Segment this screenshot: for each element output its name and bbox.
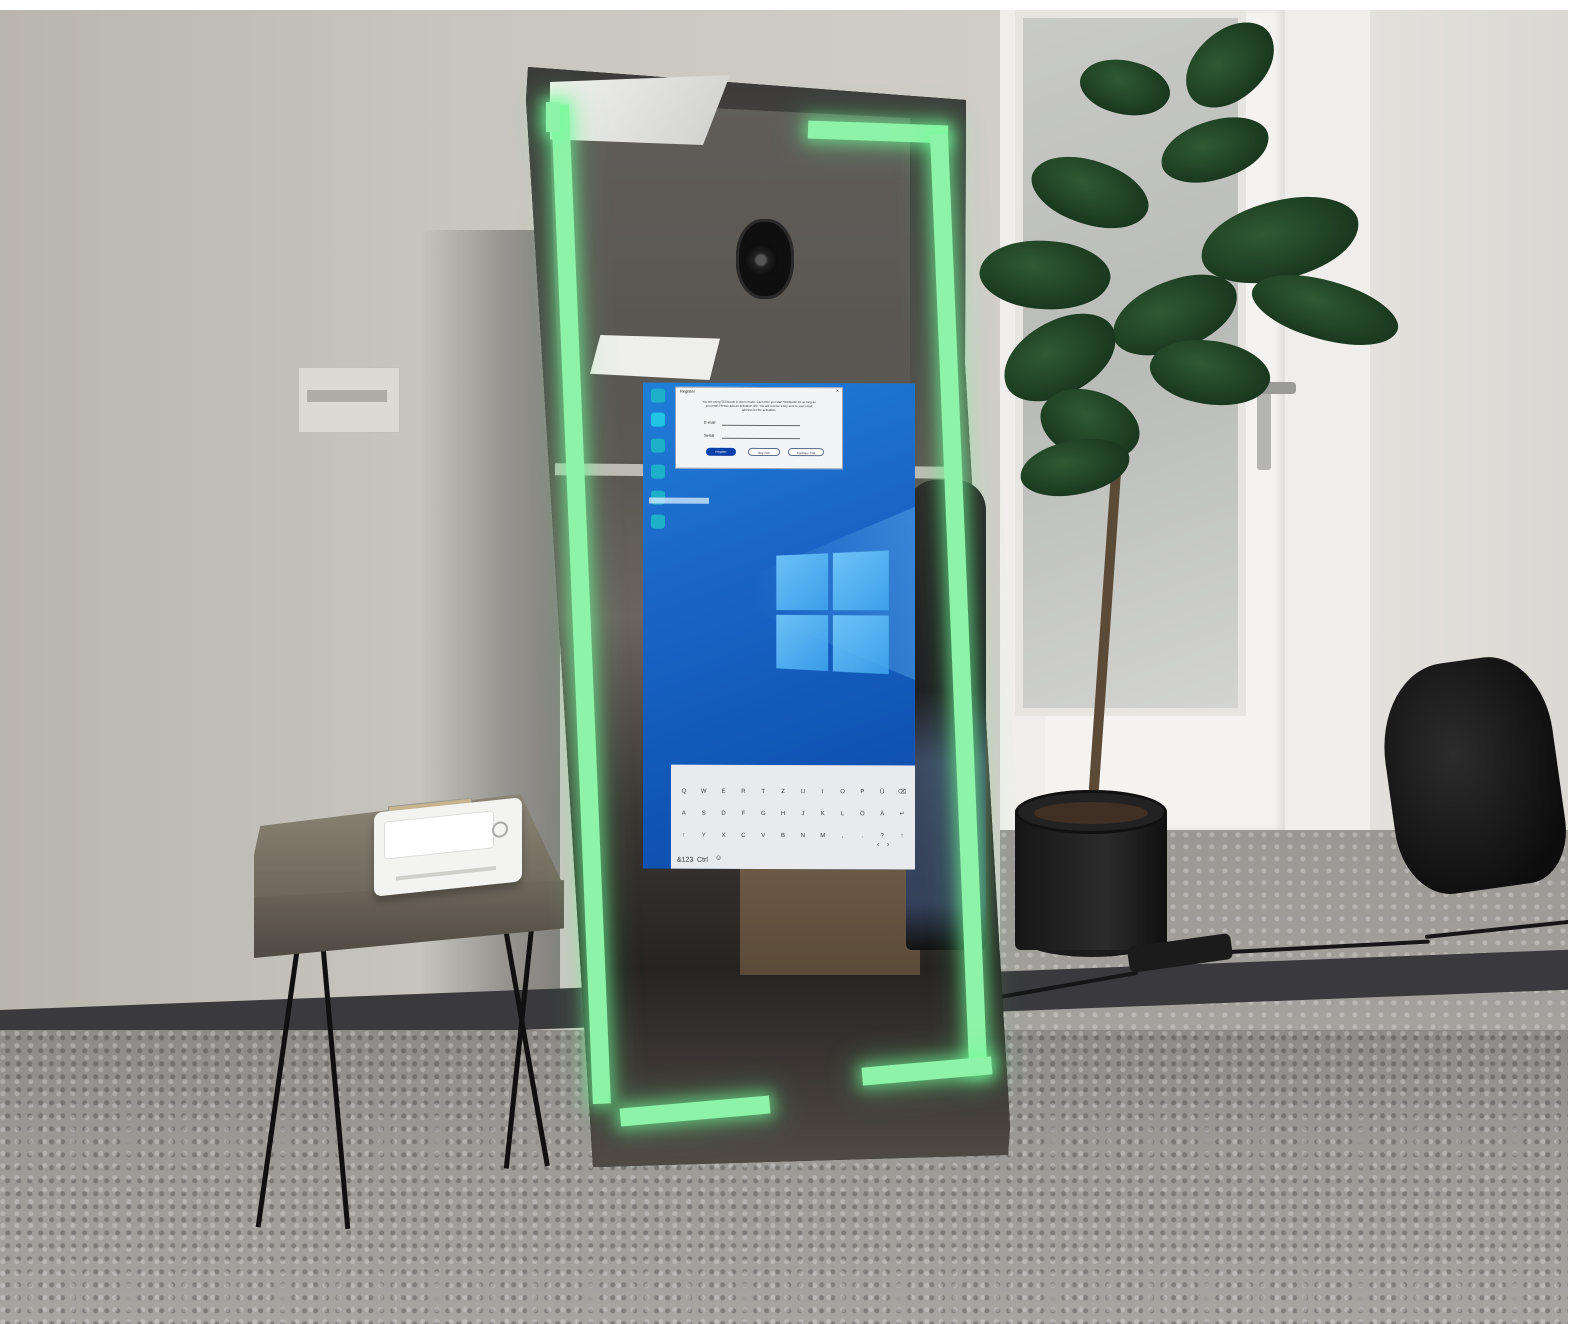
serial-field[interactable]	[722, 437, 800, 440]
email-field[interactable]	[722, 424, 800, 427]
dialog-message: You are using SEEBooth in demo mode. Eac…	[702, 399, 816, 412]
key[interactable]: .	[853, 829, 871, 843]
serial-label: Serial	[704, 432, 715, 438]
shift-key[interactable]: ↑	[893, 829, 911, 843]
arrow-left-key[interactable]: ‹	[877, 841, 879, 848]
key[interactable]: V	[754, 829, 772, 843]
key[interactable]: E	[715, 785, 733, 799]
desktop-app-icon[interactable]	[651, 388, 665, 403]
key[interactable]: Y	[695, 829, 713, 843]
boxes-reflection	[740, 865, 920, 975]
enter-key[interactable]: ↵	[893, 807, 911, 821]
keyboard-row-2: A S D F G H J K L Ö Ä ↵	[671, 807, 915, 822]
buy-now-button[interactable]: Buy now	[748, 447, 780, 457]
key[interactable]: K	[814, 807, 832, 821]
key[interactable]: U	[794, 785, 812, 799]
printer-power-button[interactable]	[492, 820, 508, 839]
arrow-right-key[interactable]: ›	[887, 841, 889, 848]
ceiling-light-reflection	[550, 75, 730, 145]
register-button[interactable]: Register	[706, 447, 736, 456]
ceiling-light-reflection	[590, 335, 720, 380]
key[interactable]: N	[794, 829, 812, 843]
register-dialog: Register × You are using SEEBooth in dem…	[675, 386, 843, 470]
plant-soil	[1034, 802, 1148, 824]
continue-trial-button[interactable]: Continue Trial	[788, 448, 824, 457]
key[interactable]: L	[834, 807, 852, 821]
printer-output-slot	[396, 865, 496, 881]
key[interactable]: F	[734, 807, 752, 821]
key[interactable]: T	[754, 785, 772, 799]
key[interactable]: G	[754, 807, 772, 821]
key[interactable]: D	[715, 807, 733, 821]
desktop-selection	[649, 497, 709, 504]
desktop-app-icon[interactable]	[651, 438, 665, 453]
key[interactable]: H	[774, 807, 792, 821]
key[interactable]: X	[715, 829, 733, 843]
key[interactable]: W	[695, 785, 713, 799]
key[interactable]: B	[774, 829, 792, 843]
key[interactable]: I	[814, 785, 832, 799]
symbols-key[interactable]: &123	[677, 857, 693, 864]
desktop-app-icon[interactable]	[651, 464, 665, 479]
key[interactable]: Ö	[853, 807, 871, 821]
ctrl-key[interactable]: Ctrl	[697, 857, 708, 864]
photo-scene: Register × You are using SEEBooth in dem…	[0, 10, 1568, 1324]
key[interactable]: Ü	[873, 785, 891, 799]
touch-keyboard: Q W E R T Z U I O P Ü ⌫ A S D F G H J K …	[671, 764, 915, 870]
key[interactable]: O	[834, 785, 852, 799]
emoji-icon[interactable]: ☺	[715, 855, 722, 862]
neon-frame-top-left	[546, 102, 560, 132]
backspace-key[interactable]: ⌫	[893, 785, 911, 799]
dialog-title: Register	[680, 388, 695, 394]
keyboard-row-1: Q W E R T Z U I O P Ü ⌫	[671, 785, 915, 800]
key[interactable]: J	[794, 807, 812, 821]
key[interactable]: Q	[675, 785, 693, 799]
booth-touchscreen[interactable]: Register × You are using SEEBooth in dem…	[643, 382, 915, 870]
key[interactable]: M	[814, 829, 832, 843]
key[interactable]: ,	[834, 829, 852, 843]
key[interactable]: S	[695, 807, 713, 821]
shift-key[interactable]: ↑	[675, 829, 693, 843]
email-label: E-mail	[704, 419, 716, 425]
key[interactable]: Ä	[873, 807, 891, 821]
booth-camera	[736, 219, 794, 299]
key[interactable]: R	[734, 785, 752, 799]
desktop-app-icon[interactable]	[651, 514, 665, 529]
key[interactable]: C	[734, 829, 752, 843]
camera-lens-icon	[744, 243, 778, 277]
windows-logo-icon	[776, 550, 889, 675]
desktop-app-icon[interactable]	[651, 412, 665, 427]
printer-lid	[384, 810, 494, 860]
paper-note	[298, 367, 400, 433]
key[interactable]: A	[675, 807, 693, 821]
photo-printer	[374, 797, 522, 897]
close-icon[interactable]: ×	[836, 388, 839, 394]
key[interactable]: Z	[774, 785, 792, 799]
keyboard-toolbar	[671, 765, 915, 778]
key[interactable]: P	[853, 785, 871, 799]
